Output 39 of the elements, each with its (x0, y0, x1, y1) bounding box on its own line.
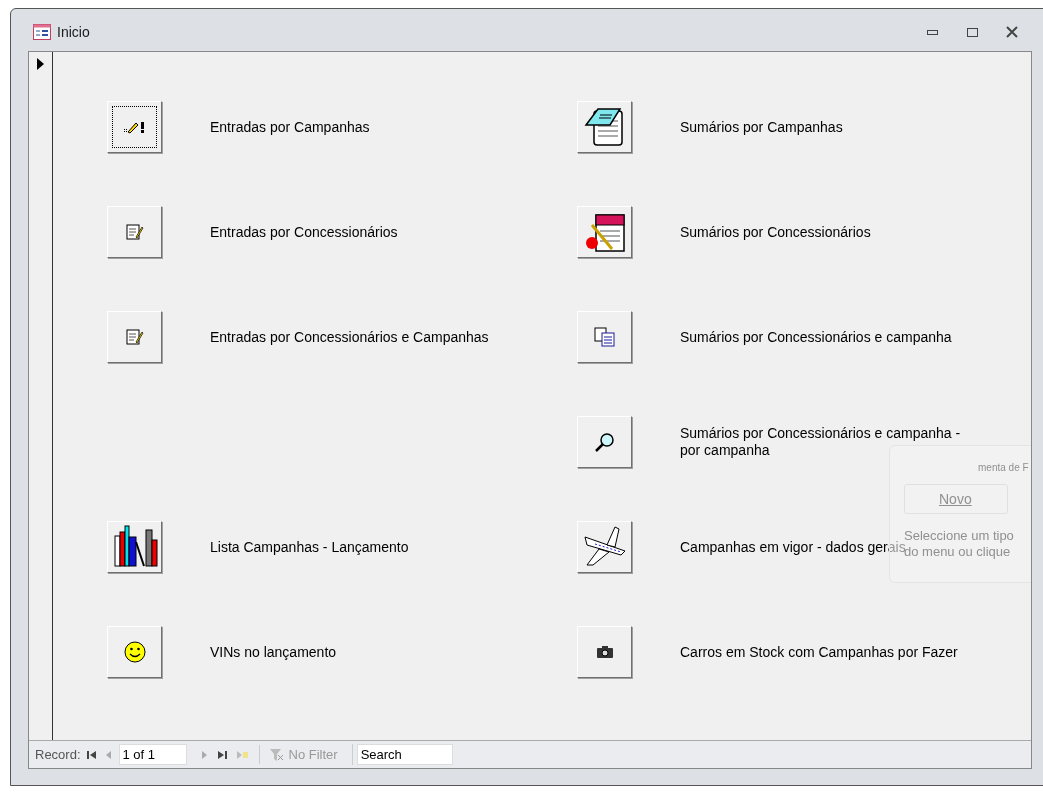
menu-button[interactable] (577, 206, 632, 258)
menu-label: Lista Campanhas - Lançamento (210, 538, 409, 556)
menu-label: Carros em Stock com Campanhas por Fazer (680, 643, 958, 661)
menu-label: Sumários por Concessionários (680, 223, 871, 241)
note-pencil-icon (125, 328, 144, 346)
camera-icon (595, 645, 614, 659)
menu-button[interactable] (577, 416, 632, 468)
menu-button[interactable] (577, 626, 632, 678)
record-label: Record: (35, 745, 81, 764)
books-icon (111, 524, 158, 570)
menu-button[interactable] (577, 101, 632, 153)
record-position-field[interactable]: 1 of 1 (118, 744, 187, 765)
close-icon (1006, 26, 1018, 38)
minimize-icon (926, 29, 938, 35)
search-icon (593, 431, 616, 453)
menu-label: Entradas por Concessionários e Campanhas (210, 328, 489, 346)
menu-button[interactable] (107, 101, 162, 153)
menu-button[interactable] (577, 521, 632, 573)
menu-label: Sumários por Concessionários e campanha - por campanha (680, 425, 962, 459)
menu-label: Entradas por Campanhas (210, 118, 370, 136)
menu-label: Sumários por Concessionários e campanha (680, 328, 952, 346)
panel-title: menta de F (978, 461, 1029, 475)
smiley-icon (123, 641, 146, 663)
funnel-icon (269, 748, 284, 761)
panel-hint: do menu ou clique (904, 544, 1012, 560)
restore-icon (966, 27, 978, 37)
current-record-icon (37, 58, 44, 70)
form-icon (33, 24, 51, 40)
menu-button[interactable] (107, 521, 162, 573)
first-record-button[interactable] (84, 750, 99, 759)
menu-button[interactable] (107, 626, 162, 678)
menu-label: VINs no lançamento (210, 643, 337, 661)
menu-label: Campanhas em vigor - dados gerais (680, 538, 906, 555)
panel-hint: Seleccione um tipo (904, 528, 1014, 543)
menu-label: Sumários por Campanhas (680, 118, 843, 136)
menu-label: Entradas por Concessionários (210, 223, 398, 241)
window-title: Inicio (57, 22, 90, 42)
note-pencil-icon (125, 223, 144, 241)
copy-icon (593, 327, 616, 347)
